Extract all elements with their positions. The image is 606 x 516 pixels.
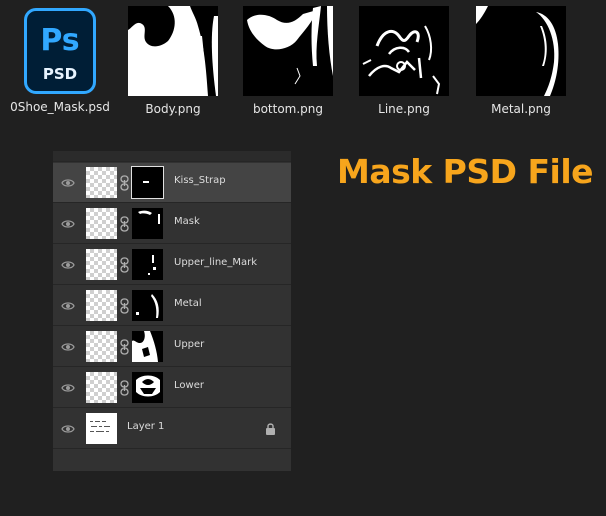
layer-name: Upper [174,339,205,350]
chain-link-icon[interactable] [120,380,129,396]
bottom-mask-thumbnail [243,6,333,96]
file-name: Metal.png [491,102,551,116]
layer-row-metal[interactable]: Metal [53,286,291,326]
layer-mask-thumbnail[interactable] [132,208,163,239]
file-name: Line.png [378,102,430,116]
layer-name: Upper_line_Mark [174,257,257,268]
chain-link-icon[interactable] [120,175,129,191]
lock-icon[interactable] [265,422,276,435]
layer-row-lower[interactable]: Lower [53,368,291,408]
file-name: 0Shoe_Mask.psd [10,100,110,114]
file-name: Body.png [145,102,201,116]
layer-content-thumbnail[interactable] [86,372,117,403]
file-line-png[interactable]: Line.png [349,6,459,116]
layer-row-upper-line-mark[interactable]: Upper_line_Mark [53,245,291,285]
layer-mask-thumbnail[interactable] [132,372,163,403]
eye-icon[interactable] [61,299,75,313]
eye-icon[interactable] [61,381,75,395]
file-bottom-png[interactable]: bottom.png [233,6,343,116]
photoshop-file-icon: Ps PSD [24,8,96,94]
layer-content-thumbnail[interactable] [86,249,117,280]
layer-row-kiss-strap[interactable]: Kiss_Strap [53,163,291,203]
panel-toolbar [53,151,291,162]
body-mask-thumbnail [128,6,218,96]
eye-icon[interactable] [61,258,75,272]
layer-name: Layer 1 [127,421,165,432]
line-mask-thumbnail [359,6,449,96]
layer-row-upper[interactable]: Upper [53,327,291,367]
layer-content-thumbnail[interactable] [86,413,117,444]
metal-mask-thumbnail [476,6,566,96]
chain-link-icon[interactable] [120,216,129,232]
eye-icon[interactable] [61,217,75,231]
eye-icon[interactable] [61,176,75,190]
eye-icon[interactable] [61,340,75,354]
layer-mask-thumbnail[interactable] [132,290,163,321]
layer-name: Kiss_Strap [174,175,226,186]
eye-icon[interactable] [61,422,75,436]
file-metal-png[interactable]: Metal.png [466,6,576,116]
layer-row-mask[interactable]: Mask [53,204,291,244]
layer-content-thumbnail[interactable] [86,167,117,198]
layers-panel: Kiss_Strap Mask Upper_line_Mark Metal Up… [53,151,291,471]
chain-link-icon[interactable] [120,298,129,314]
layer-content-thumbnail[interactable] [86,331,117,362]
layer-mask-thumbnail[interactable] [132,331,163,362]
layer-mask-thumbnail[interactable] [131,166,164,199]
file-name: bottom.png [252,102,324,116]
layer-row-background[interactable]: Layer 1 [53,409,291,449]
chain-link-icon[interactable] [120,257,129,273]
layer-content-thumbnail[interactable] [86,290,117,321]
layer-mask-thumbnail[interactable] [132,249,163,280]
headline-title: Mask PSD File [337,152,594,191]
layer-name: Lower [174,380,204,391]
layer-name: Metal [174,298,202,309]
layer-content-thumbnail[interactable] [86,208,117,239]
chain-link-icon[interactable] [120,339,129,355]
file-body-png[interactable]: Body.png [118,6,228,116]
file-psd[interactable]: Ps PSD 0Shoe_Mask.psd [5,6,115,114]
layer-name: Mask [174,216,200,227]
